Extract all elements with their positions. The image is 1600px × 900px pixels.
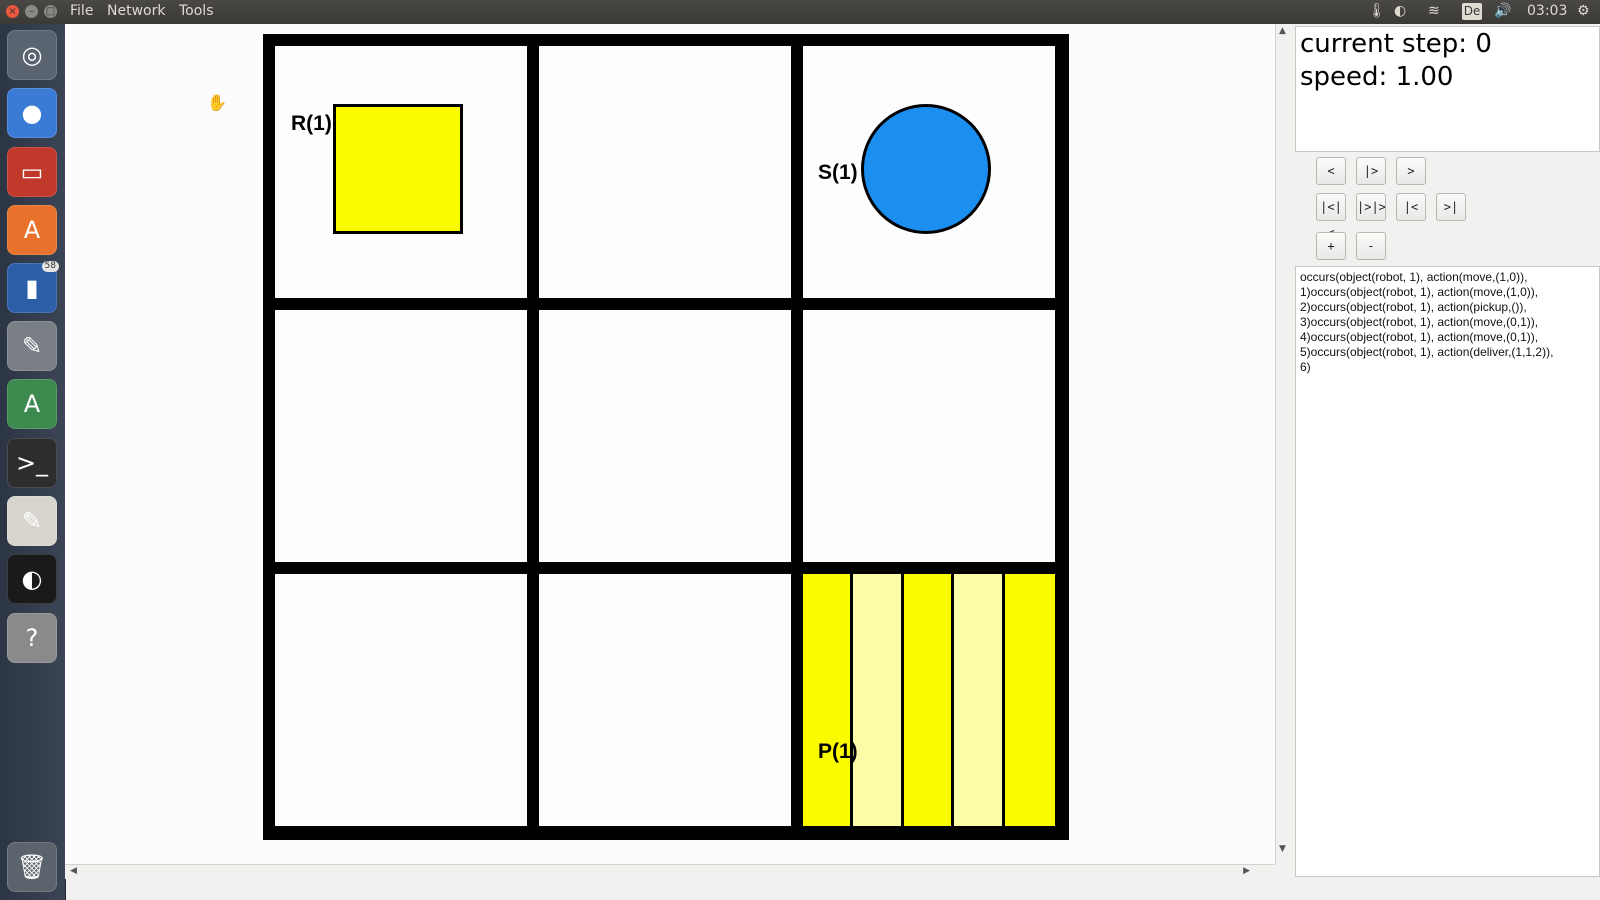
wifi-icon[interactable]: ≋ (1428, 3, 1440, 19)
help-glyph: ? (25, 624, 39, 652)
grid-cell-2-2[interactable] (539, 310, 791, 562)
step-forward-button[interactable]: > (1396, 157, 1426, 185)
software-updater-glyph: A (23, 390, 41, 418)
ubuntu-dash-glyph: ◎ (21, 41, 43, 69)
trash-icon[interactable]: 🗑 (7, 842, 57, 892)
launcher-obs-icon[interactable]: ◐ (7, 554, 57, 604)
grid-cell-3-2[interactable] (803, 310, 1055, 562)
terminal-glyph: >_ (15, 449, 49, 477)
fast-forward-button[interactable]: |>|> (1356, 193, 1386, 221)
launcher: ◎ ● ▭ A ▮ 58 ✎ A >_ ✎ ◐? 🗑 (0, 24, 66, 900)
grid-cell-2-1[interactable] (539, 46, 791, 298)
plan-output[interactable]: occurs(object(robot, 1), action(move,(1,… (1295, 266, 1600, 877)
top-panel: × – □ File Network Tools 🌡 ◐ ≋ De 🔊 03:0… (0, 0, 1600, 24)
obs-tray-icon[interactable]: ◐ (1394, 3, 1406, 19)
robot-label: R(1) (291, 112, 332, 135)
system-monitor-glyph: ▮ (25, 274, 39, 302)
pickstation-stripe (903, 574, 955, 826)
launcher-badge: 58 (41, 261, 59, 272)
system-tools-glyph: ✎ (21, 332, 43, 360)
grid-cell-3-1[interactable]: S(1) (803, 46, 1055, 298)
window-close-button[interactable]: × (6, 5, 19, 18)
play-button[interactable]: |> (1356, 157, 1386, 185)
pickstation-stripe (1004, 574, 1055, 826)
launcher-ubuntu-dash-icon[interactable]: ◎ (7, 30, 57, 80)
speed-up-button[interactable]: + (1316, 232, 1346, 260)
text-editor-glyph: ✎ (21, 507, 43, 535)
vertical-scrollbar[interactable]: ▲ ▼ (1275, 24, 1290, 864)
grid-cell-2-3[interactable] (539, 574, 791, 826)
grid-cell-1-3[interactable] (275, 574, 527, 826)
step-back-button[interactable]: < (1316, 157, 1346, 185)
menu-network[interactable]: Network (107, 3, 165, 19)
launcher-files-icon[interactable]: ▭ (7, 147, 57, 197)
shelf-label: S(1) (818, 161, 858, 184)
thermometer-icon[interactable]: 🌡 (1368, 3, 1386, 19)
software-center-glyph: A (23, 216, 41, 244)
hand-cursor-icon: ✋ (207, 93, 227, 112)
chrome-glyph: ● (21, 99, 43, 127)
keyboard-layout-indicator[interactable]: De (1462, 3, 1482, 20)
jump-end-button[interactable]: >| (1436, 193, 1466, 221)
clock[interactable]: 03:03 (1527, 3, 1567, 19)
volume-icon[interactable]: 🔊 (1494, 3, 1511, 19)
files-glyph: ▭ (20, 158, 44, 186)
current-step-label: current step: 0 (1300, 29, 1492, 59)
warehouse-grid: R(1) S(1) P(1) (263, 34, 1069, 840)
window-minimize-button[interactable]: – (25, 5, 38, 18)
menu-tools[interactable]: Tools (179, 3, 214, 19)
shelf-circle[interactable] (861, 104, 991, 234)
launcher-terminal-icon[interactable]: >_ (7, 438, 57, 488)
speed-label: speed: 1.00 (1300, 62, 1454, 92)
jump-start-button[interactable]: |< (1396, 193, 1426, 221)
step-info-panel: current step: 0 speed: 1.00 (1295, 26, 1600, 152)
horizontal-scrollbar[interactable]: ◀ ▶ (65, 864, 1275, 879)
grid-cell-3-3[interactable]: P(1) (803, 574, 1055, 826)
scroll-up-icon[interactable]: ▲ (1279, 26, 1286, 36)
grid-cell-1-2[interactable] (275, 310, 527, 562)
launcher-software-updater-icon[interactable]: A (7, 379, 57, 429)
pickstation-label: P(1) (818, 740, 858, 763)
scroll-down-icon[interactable]: ▼ (1279, 844, 1286, 854)
gear-icon[interactable]: ⚙ (1577, 3, 1590, 19)
launcher-chrome-icon[interactable]: ● (7, 88, 57, 138)
launcher-software-center-icon[interactable]: A (7, 205, 57, 255)
launcher-system-tools-icon[interactable]: ✎ (7, 321, 57, 371)
launcher-text-editor-icon[interactable]: ✎ (7, 496, 57, 546)
grid-cell-1-1[interactable]: R(1) (275, 46, 527, 298)
pickstation-stripe (803, 574, 854, 826)
pickstation-stripe (954, 574, 1005, 826)
pickstation-stripe (853, 574, 904, 826)
robot-square[interactable] (333, 104, 463, 234)
scroll-left-icon[interactable]: ◀ (70, 866, 77, 876)
launcher-system-monitor-icon[interactable]: ▮ 58 (7, 261, 59, 313)
launcher-help-icon[interactable]: ? (7, 613, 57, 663)
menu-file[interactable]: File (70, 3, 93, 19)
rewind-button[interactable]: |<|< (1316, 193, 1346, 240)
speed-down-button[interactable]: - (1356, 232, 1386, 260)
obs-glyph: ◐ (21, 565, 43, 593)
scroll-right-icon[interactable]: ▶ (1243, 866, 1250, 876)
window-maximize-button[interactable]: □ (44, 5, 57, 18)
